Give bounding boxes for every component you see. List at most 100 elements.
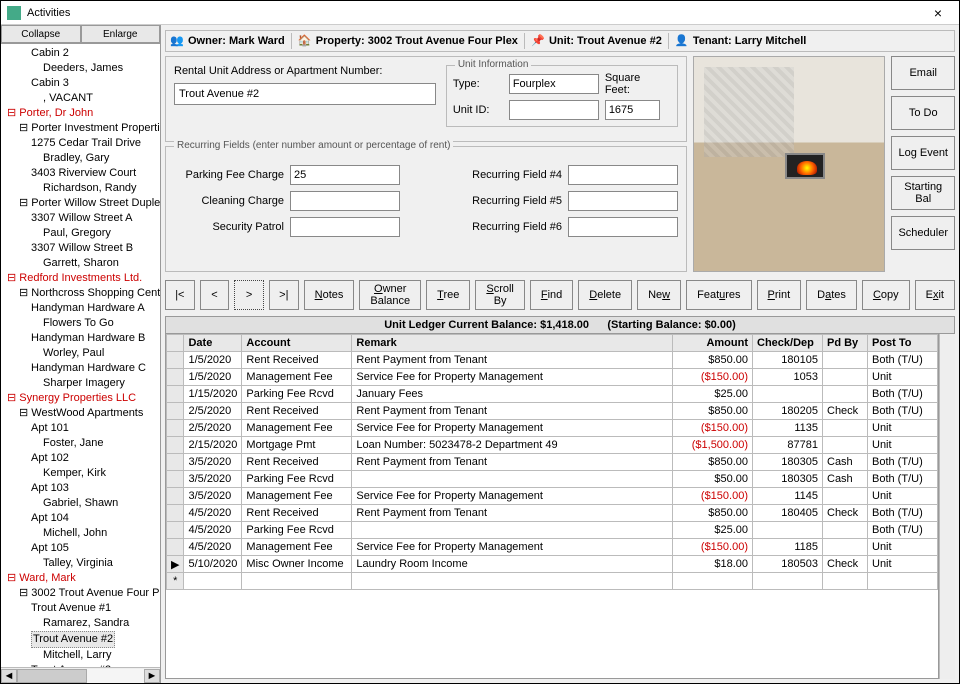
tree-item[interactable]: ⊟ 3002 Trout Avenue Four Ple	[3, 586, 160, 601]
tree-hscroll[interactable]: ◄ ►	[1, 667, 160, 683]
tree-item[interactable]: ⊟ WestWood Apartments	[3, 406, 160, 421]
tree-item[interactable]: ⊟ Redford Investments Ltd.	[3, 271, 160, 286]
tree-item[interactable]: , VACANT	[3, 91, 160, 106]
tree-item[interactable]: Worley, Paul	[3, 346, 160, 361]
nav-tree[interactable]: Cabin 2Deeders, JamesCabin 3, VACANT⊟ Po…	[1, 44, 160, 667]
tree-item[interactable]: 3307 Willow Street B	[3, 241, 160, 256]
tree-item[interactable]: Cabin 2	[3, 46, 160, 61]
collapse-button[interactable]: Collapse	[1, 25, 81, 43]
tree-item[interactable]: Richardson, Randy	[3, 181, 160, 196]
unitid-input[interactable]	[509, 100, 599, 120]
new-button[interactable]: New	[637, 280, 681, 310]
close-button[interactable]: ×	[923, 5, 953, 21]
tree-item[interactable]: ⊟ Synergy Properties LLC	[3, 391, 160, 406]
tree-item[interactable]: 3307 Willow Street A	[3, 211, 160, 226]
col-post[interactable]: Post To	[868, 335, 938, 352]
table-row[interactable]: 1/15/2020Parking Fee RcvdJanuary Fees$25…	[167, 386, 938, 403]
f5-input[interactable]	[568, 191, 678, 211]
dates-button[interactable]: Dates	[806, 280, 857, 310]
tree-item[interactable]: 3403 Riverview Court	[3, 166, 160, 181]
exit-button[interactable]: Exit	[915, 280, 955, 310]
cleaning-input[interactable]	[290, 191, 400, 211]
table-row[interactable]: 3/5/2020Management FeeService Fee for Pr…	[167, 488, 938, 505]
tree-item[interactable]: Garrett, Sharon	[3, 256, 160, 271]
table-row[interactable]: 2/5/2020Rent ReceivedRent Payment from T…	[167, 403, 938, 420]
col-amount[interactable]: Amount	[673, 335, 753, 352]
table-row[interactable]: 4/5/2020Management FeeService Fee for Pr…	[167, 539, 938, 556]
tree-item[interactable]: Deeders, James	[3, 61, 160, 76]
grid-vscroll[interactable]	[939, 334, 955, 679]
col-pdby[interactable]: Pd By	[823, 335, 868, 352]
scroll-right-arrow[interactable]: ►	[144, 669, 160, 683]
nav-last-button[interactable]: >|	[269, 280, 299, 310]
scrollby-button[interactable]: ScrollBy	[475, 280, 525, 310]
tree-item[interactable]: ⊟ Porter Willow Street Duplex	[3, 196, 160, 211]
tree-item[interactable]: Foster, Jane	[3, 436, 160, 451]
tree-item[interactable]: ⊟ Porter Investment Properties	[3, 121, 160, 136]
todo-button[interactable]: To Do	[891, 96, 955, 130]
tree-item[interactable]: Apt 102	[3, 451, 160, 466]
col-account[interactable]: Account	[242, 335, 352, 352]
copy-button[interactable]: Copy	[862, 280, 910, 310]
tree-item[interactable]: Ramarez, Sandra	[3, 616, 160, 631]
features-button[interactable]: Features	[686, 280, 751, 310]
tree-item[interactable]: ⊟ Northcross Shopping Cente	[3, 286, 160, 301]
enlarge-button[interactable]: Enlarge	[81, 25, 161, 43]
tree-item[interactable]: Apt 105	[3, 541, 160, 556]
table-row[interactable]: 4/5/2020Parking Fee Rcvd$25.00Both (T/U)	[167, 522, 938, 539]
startingbal-button[interactable]: Starting Bal	[891, 176, 955, 210]
scheduler-button[interactable]: Scheduler	[891, 216, 955, 250]
table-row[interactable]: 2/5/2020Management FeeService Fee for Pr…	[167, 420, 938, 437]
table-row[interactable]: 3/5/2020Parking Fee Rcvd$50.00180305Cash…	[167, 471, 938, 488]
tree-item[interactable]: Handyman Hardware B	[3, 331, 160, 346]
sqft-input[interactable]	[605, 100, 660, 120]
owner-balance-button[interactable]: OwnerBalance	[359, 280, 421, 310]
col-check[interactable]: Check/Dep	[753, 335, 823, 352]
table-new-row[interactable]: *	[167, 573, 938, 590]
find-button[interactable]: Find	[530, 280, 573, 310]
tree-item[interactable]: Sharper Imagery	[3, 376, 160, 391]
tree-item[interactable]: Handyman Hardware C	[3, 361, 160, 376]
type-input[interactable]	[509, 74, 599, 94]
delete-button[interactable]: Delete	[578, 280, 632, 310]
email-button[interactable]: Email	[891, 56, 955, 90]
tree-item[interactable]: Trout Avenue #1	[3, 601, 160, 616]
nav-next-button[interactable]: >	[234, 280, 264, 310]
security-input[interactable]	[290, 217, 400, 237]
tree-item[interactable]: Bradley, Gary	[3, 151, 160, 166]
tree-item[interactable]: Flowers To Go	[3, 316, 160, 331]
table-row[interactable]: 2/15/2020Mortgage PmtLoan Number: 502347…	[167, 437, 938, 454]
ledger-grid[interactable]: Date Account Remark Amount Check/Dep Pd …	[165, 334, 939, 679]
tree-item[interactable]: Gabriel, Shawn	[3, 496, 160, 511]
tree-item[interactable]: Paul, Gregory	[3, 226, 160, 241]
tree-item[interactable]: Apt 103	[3, 481, 160, 496]
scroll-thumb[interactable]	[17, 669, 87, 683]
table-row[interactable]: ▶5/10/2020Misc Owner IncomeLaundry Room …	[167, 556, 938, 573]
tree-item[interactable]: Michell, John	[3, 526, 160, 541]
table-row[interactable]: 1/5/2020Management FeeService Fee for Pr…	[167, 369, 938, 386]
table-row[interactable]: 1/5/2020Rent ReceivedRent Payment from T…	[167, 352, 938, 369]
addr-input[interactable]	[174, 83, 436, 105]
tree-item[interactable]: ⊟ Porter, Dr John	[3, 106, 160, 121]
scroll-left-arrow[interactable]: ◄	[1, 669, 17, 683]
tree-item[interactable]: Apt 104	[3, 511, 160, 526]
tree-item[interactable]: Kemper, Kirk	[3, 466, 160, 481]
tree-item[interactable]: ⊟ Ward, Mark	[3, 571, 160, 586]
tree-item[interactable]: Apt 101	[3, 421, 160, 436]
nav-prev-button[interactable]: <	[200, 280, 230, 310]
f6-input[interactable]	[568, 217, 678, 237]
parking-input[interactable]	[290, 165, 400, 185]
tree-item[interactable]: Handyman Hardware A	[3, 301, 160, 316]
logevent-button[interactable]: Log Event	[891, 136, 955, 170]
f4-input[interactable]	[568, 165, 678, 185]
tree-item[interactable]: Trout Avenue #2	[3, 631, 160, 648]
col-remark[interactable]: Remark	[352, 335, 673, 352]
tree-button[interactable]: Tree	[426, 280, 470, 310]
print-button[interactable]: Print	[757, 280, 802, 310]
table-row[interactable]: 4/5/2020Rent ReceivedRent Payment from T…	[167, 505, 938, 522]
notes-button[interactable]: Notes	[304, 280, 355, 310]
tree-item[interactable]: Talley, Virginia	[3, 556, 160, 571]
col-date[interactable]: Date	[184, 335, 242, 352]
tree-item[interactable]: Cabin 3	[3, 76, 160, 91]
nav-first-button[interactable]: |<	[165, 280, 195, 310]
